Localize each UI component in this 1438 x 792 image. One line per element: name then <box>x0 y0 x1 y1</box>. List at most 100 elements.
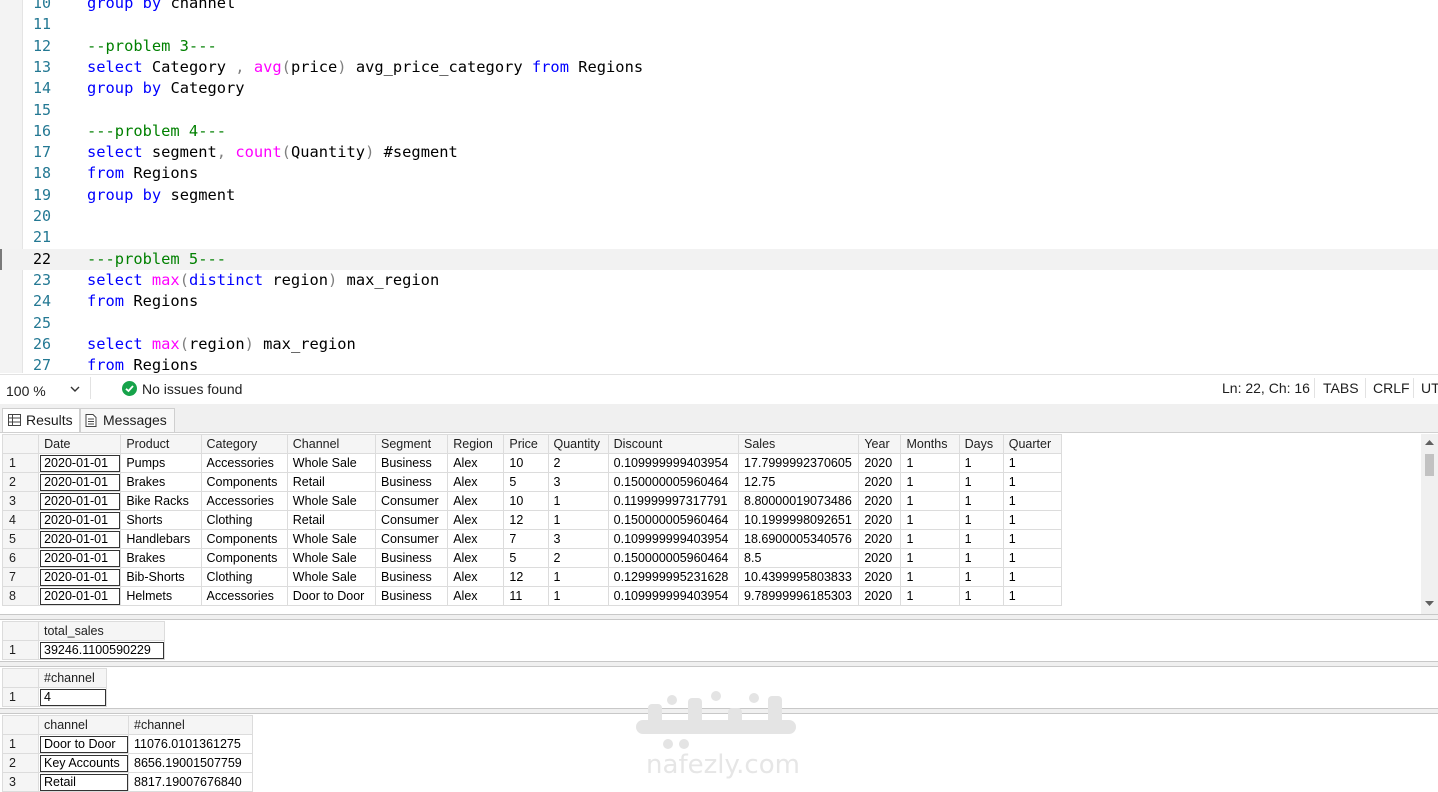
table-cell[interactable]: 2020-01-01 <box>38 529 122 549</box>
table-cell[interactable]: Retail <box>38 772 129 792</box>
column-header[interactable]: Discount <box>607 434 740 454</box>
column-header[interactable]: total_sales <box>38 621 165 641</box>
table-cell[interactable]: 1 <box>1002 510 1063 530</box>
table-cell[interactable]: 5 <box>503 472 549 492</box>
results-grid-total-sales[interactable]: total_sales 1 39246.1100590229 <box>2 621 165 660</box>
table-cell[interactable]: Consumer <box>375 491 449 511</box>
zoom-dropdown[interactable]: 100 % <box>0 377 91 399</box>
column-header[interactable]: Quantity <box>547 434 609 454</box>
table-cell[interactable]: 1 <box>958 510 1004 530</box>
table-cell[interactable]: 1 <box>547 510 609 530</box>
table-row[interactable]: 4 2020-01-01 Shorts Clothing Retail Consumer A… <box>1 510 1063 530</box>
row-number[interactable]: 4 <box>1 510 40 530</box>
code-text[interactable]: select Category , avg(price) avg_price_c… <box>87 57 643 78</box>
row-number[interactable]: 3 <box>1 491 40 511</box>
table-cell[interactable]: 2020-01-01 <box>38 472 122 492</box>
table-cell[interactable]: Alex <box>447 529 505 549</box>
code-line[interactable]: 18 from Regions <box>0 163 1438 184</box>
line-ending[interactable]: CRLF <box>1373 380 1410 396</box>
column-header[interactable]: Date <box>38 434 122 454</box>
results-grid-main[interactable]: Date Product Category Channel Segment Region P… <box>1 434 1063 606</box>
table-cell[interactable]: 1 <box>900 567 960 587</box>
table-cell[interactable]: 0.109999999403954 <box>607 529 740 549</box>
table-cell[interactable]: 0.150000005960464 <box>607 510 740 530</box>
tab-messages[interactable]: Messages <box>80 408 175 432</box>
table-cell[interactable]: 5 <box>503 548 549 568</box>
results-grid-channel-sales[interactable]: channel #channel 1 Door to Door 11076.010136… <box>2 715 253 792</box>
table-cell[interactable]: Alex <box>447 567 505 587</box>
table-cell[interactable]: Business <box>375 453 449 473</box>
table-cell[interactable]: 2020 <box>858 586 902 606</box>
table-row[interactable]: 2 2020-01-01 Brakes Components Retail Busines… <box>1 472 1063 492</box>
table-cell[interactable]: 17.7999992370605 <box>738 453 860 473</box>
row-number[interactable]: 1 <box>1 453 40 473</box>
table-cell[interactable]: 8.80000019073486 <box>738 491 860 511</box>
code-line[interactable]: 17 select segment, count(Quantity) #segme… <box>0 142 1438 163</box>
code-line[interactable]: 24 from Regions <box>0 291 1438 312</box>
table-cell[interactable]: Alex <box>447 510 505 530</box>
grid-corner[interactable] <box>2 621 39 641</box>
table-cell[interactable]: 1 <box>958 586 1004 606</box>
table-cell[interactable]: 2020-01-01 <box>38 567 122 587</box>
table-cell[interactable]: Clothing <box>200 510 288 530</box>
cursor-position[interactable]: Ln: 22, Ch: 16 <box>1222 380 1310 396</box>
table-cell[interactable]: 2020-01-01 <box>38 491 122 511</box>
table-cell[interactable]: 1 <box>900 453 960 473</box>
table-cell[interactable]: 0.109999999403954 <box>607 453 740 473</box>
table-cell[interactable]: 2020 <box>858 529 902 549</box>
table-cell[interactable]: Brakes <box>120 472 202 492</box>
table-cell[interactable]: Alex <box>447 586 505 606</box>
code-text[interactable]: from Regions <box>87 163 198 184</box>
table-cell[interactable]: Accessories <box>200 586 288 606</box>
code-line[interactable]: 13 select Category , avg(price) avg_price… <box>0 57 1438 78</box>
code-line[interactable]: 21 <box>0 227 1438 248</box>
column-header[interactable]: Sales <box>738 434 860 454</box>
table-cell[interactable]: 4 <box>38 687 107 707</box>
table-cell[interactable]: 0.119999997317791 <box>607 491 740 511</box>
code-line[interactable]: 26 select max(region) max_region <box>0 334 1438 355</box>
table-cell[interactable]: Accessories <box>200 491 288 511</box>
table-cell[interactable]: Whole Sale <box>286 567 377 587</box>
table-cell[interactable]: 8.5 <box>738 548 860 568</box>
column-header[interactable]: Days <box>958 434 1004 454</box>
table-row[interactable]: 2 Key Accounts 8656.19001507759 <box>2 753 253 773</box>
row-number[interactable]: 2 <box>2 753 39 773</box>
table-cell[interactable]: 1 <box>547 586 609 606</box>
table-cell[interactable]: 1 <box>1002 491 1063 511</box>
table-cell[interactable]: 0.150000005960464 <box>607 548 740 568</box>
scroll-thumb[interactable] <box>1425 454 1434 476</box>
table-cell[interactable]: Consumer <box>375 510 449 530</box>
grid-corner[interactable] <box>1 434 40 454</box>
table-cell[interactable]: 1 <box>958 529 1004 549</box>
code-line[interactable]: 20 <box>0 206 1438 227</box>
table-cell[interactable]: 2 <box>547 453 609 473</box>
table-cell[interactable]: Helmets <box>120 586 202 606</box>
table-cell[interactable]: 1 <box>900 491 960 511</box>
code-line[interactable]: 23 select max(distinct region) max_region <box>0 270 1438 291</box>
table-row[interactable]: 3 Retail 8817.19007676840 <box>2 772 253 792</box>
table-row[interactable]: 1 2020-01-01 Pumps Accessories Whole Sale Bus… <box>1 453 1063 473</box>
table-cell[interactable]: 1 <box>1002 453 1063 473</box>
table-row[interactable]: 1 Door to Door 11076.0101361275 <box>2 734 253 754</box>
table-cell[interactable]: Bib-Shorts <box>120 567 202 587</box>
table-cell[interactable]: 1 <box>958 491 1004 511</box>
code-text[interactable]: ---problem 4--- <box>87 121 226 142</box>
table-cell[interactable]: 1 <box>958 472 1004 492</box>
table-cell[interactable]: 2020 <box>858 510 902 530</box>
encoding[interactable]: UT <box>1421 380 1438 396</box>
table-cell[interactable]: 12 <box>503 567 549 587</box>
table-cell[interactable]: 1 <box>900 472 960 492</box>
column-header[interactable]: Product <box>120 434 202 454</box>
column-header[interactable]: #channel <box>128 715 253 735</box>
table-cell[interactable]: 10 <box>503 453 549 473</box>
code-line[interactable]: 11 <box>0 14 1438 35</box>
code-line[interactable]: 27 from Regions <box>0 355 1438 373</box>
table-cell[interactable]: Components <box>200 529 288 549</box>
code-text[interactable]: select segment, count(Quantity) #segment <box>87 142 458 163</box>
table-cell[interactable]: Key Accounts <box>38 753 129 773</box>
table-cell[interactable]: 8817.19007676840 <box>128 772 253 792</box>
code-line[interactable]: 10 group by channel <box>0 0 1438 14</box>
table-cell[interactable]: 1 <box>900 548 960 568</box>
table-cell[interactable]: Business <box>375 472 449 492</box>
table-cell[interactable]: 0.129999995231628 <box>607 567 740 587</box>
